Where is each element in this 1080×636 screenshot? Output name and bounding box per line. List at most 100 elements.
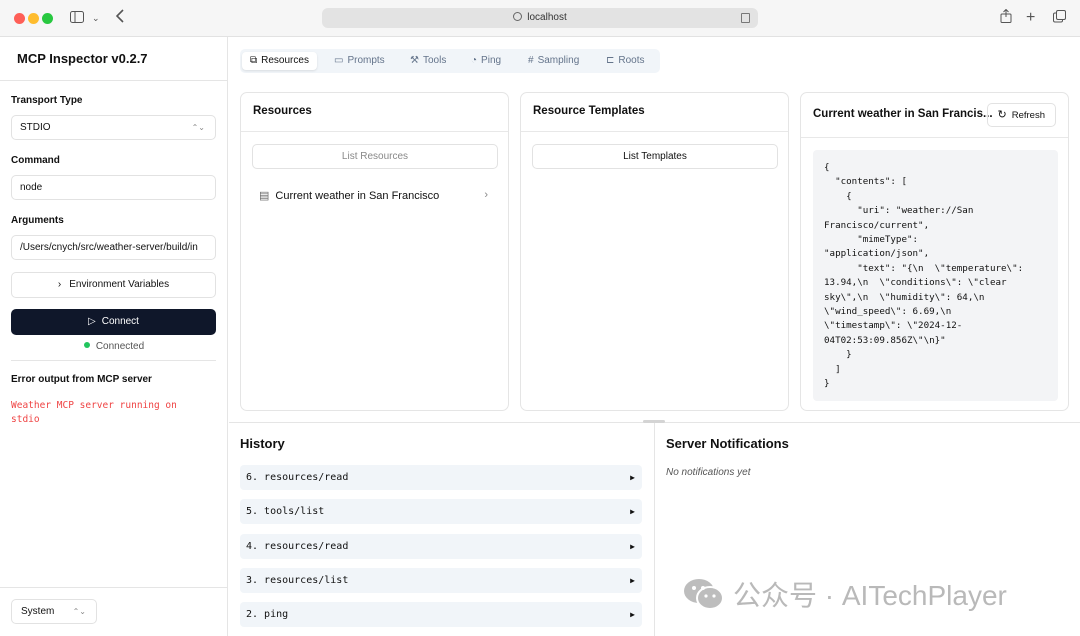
history-item-label: 5. tools/list [246,506,325,517]
divider [521,131,788,132]
transport-type-select[interactable]: STDIO ⌃⌄ [11,115,216,140]
divider [0,80,228,81]
tab-label: Ping [481,55,502,66]
expand-arrow-icon: ▶ [630,576,635,585]
back-icon[interactable] [115,8,124,28]
reader-icon[interactable] [741,13,750,23]
close-window-button[interactable] [14,13,25,24]
watermark: 公众号 · AITechPlayer [683,574,1007,614]
tab-label: Sampling [537,55,580,66]
tab-label: Tools [422,55,447,66]
expand-arrow-icon: ▶ [630,473,635,482]
theme-value: System [21,606,55,617]
tab-label: Prompts [347,55,385,66]
tab-label: Roots [618,55,645,66]
wrench-icon: ⚒ [410,55,419,66]
history-item[interactable]: 3. resources/list ▶ [240,568,642,593]
resources-title: Resources [253,105,312,117]
list-templates-button[interactable]: List Templates [532,144,778,169]
divider [11,360,216,361]
error-output-title: Error output from MCP server [11,374,152,385]
browser-toolbar: ⌄ localhost + [0,0,1080,37]
history-item-label: 2. ping [246,609,289,620]
chevron-right-icon: › [57,279,62,290]
expand-arrow-icon: ▶ [630,542,635,551]
tab-sampling[interactable]: # Sampling [528,52,579,70]
history-item-label: 6. resources/read [246,472,349,483]
resource-item[interactable]: ▤ Current weather in San Francisco [259,189,439,202]
server-notifications-title: Server Notifications [666,436,789,451]
bell-icon: ◔ [471,55,478,66]
command-input[interactable]: node [11,175,216,200]
no-notifications-text: No notifications yet [666,467,751,478]
expand-arrow-icon: ▶ [630,610,635,619]
connection-status: Connected [0,341,228,352]
minimize-window-button[interactable] [28,13,39,24]
transport-type-label: Transport Type [11,95,83,106]
chevron-up-down-icon: ⌃⌄ [191,123,205,132]
refresh-icon: ↻ [997,109,1007,121]
tab-resources[interactable]: ⧉ Resources [242,52,317,70]
tab-label: Resources [261,55,309,66]
refresh-button[interactable]: ↻ Refresh [986,103,1056,127]
app-title: MCP Inspector v0.2.7 [17,51,148,66]
tab-overview-icon[interactable] [1053,8,1066,28]
tab-prompts[interactable]: ▭ Prompts [334,52,385,70]
file-icon: ▤ [259,190,270,202]
tab-roots[interactable]: ⊏ Roots [606,52,645,70]
divider [241,131,508,132]
share-icon[interactable] [1000,8,1012,28]
arguments-input[interactable]: /Users/cnych/src/weather-server/build/in [11,235,216,260]
command-label: Command [11,155,60,166]
resources-card: Resources List Resources ▤ Current weathe… [240,92,509,411]
maximize-window-button[interactable] [42,13,53,24]
transport-type-value: STDIO [20,122,51,133]
address-bar[interactable]: localhost [322,8,758,28]
chevron-up-down-icon: ⌃⌄ [72,607,86,616]
files-icon: ⧉ [250,55,258,66]
theme-select[interactable]: System ⌃⌄ [11,599,97,624]
resource-item-label: Current weather in San Francisco [275,190,440,202]
chevron-down-icon[interactable]: ⌄ [92,8,100,28]
new-tab-icon[interactable]: + [1026,8,1035,28]
hash-icon: # [528,55,534,66]
connection-status-text: Connected [95,341,145,352]
history-item-label: 4. resources/read [246,541,349,552]
play-icon: ▷ [88,316,96,327]
error-output-text: Weather MCP server running on stdio [11,400,177,425]
wechat-logo-icon [684,579,724,610]
status-dot-icon [83,342,90,348]
expand-arrow-icon: ▶ [630,507,635,516]
history-item-label: 3. resources/list [246,575,349,586]
divider [654,423,655,636]
environment-variables-button[interactable]: › Environment Variables [11,272,216,298]
connect-label: Connect [101,316,139,327]
environment-variables-label: Environment Variables [69,279,170,290]
connect-button[interactable]: ▷ Connect [11,309,216,335]
history-title: History [240,436,285,451]
resource-detail-card: Current weather in San Francis... ↻ Refre… [800,92,1069,411]
history-item[interactable]: 4. resources/read ▶ [240,534,642,559]
tree-icon: ⊏ [606,55,615,66]
resource-templates-card: Resource Templates List Templates [520,92,789,411]
history-item[interactable]: 6. resources/read ▶ [240,465,642,490]
tab-bar: ⧉ Resources ▭ Prompts ⚒ Tools ◔ Ping # Sampli… [240,49,660,73]
resource-detail-title: Current weather in San Francis... [813,108,993,120]
arguments-label: Arguments [11,215,64,226]
resource-templates-title: Resource Templates [533,105,645,117]
history-item[interactable]: 5. tools/list ▶ [240,499,642,524]
list-resources-button[interactable]: List Resources [252,144,498,169]
tab-tools[interactable]: ⚒ Tools [410,52,446,70]
globe-icon [513,12,523,21]
url-text: localhost [527,12,567,23]
chevron-right-icon: › [484,189,488,201]
history-item[interactable]: 2. ping ▶ [240,602,642,627]
sidebar-toggle-icon[interactable] [70,8,84,28]
divider [0,587,228,588]
divider [801,137,1068,138]
tab-ping[interactable]: ◔ Ping [471,52,501,70]
resource-json-content: { "contents": [ { "uri": "weather://San … [813,150,1058,401]
watermark-text: 公众号 · AITechPlayer [733,580,1007,611]
message-icon: ▭ [334,55,344,66]
sidebar: MCP Inspector v0.2.7 Transport Type STDI… [0,37,228,636]
